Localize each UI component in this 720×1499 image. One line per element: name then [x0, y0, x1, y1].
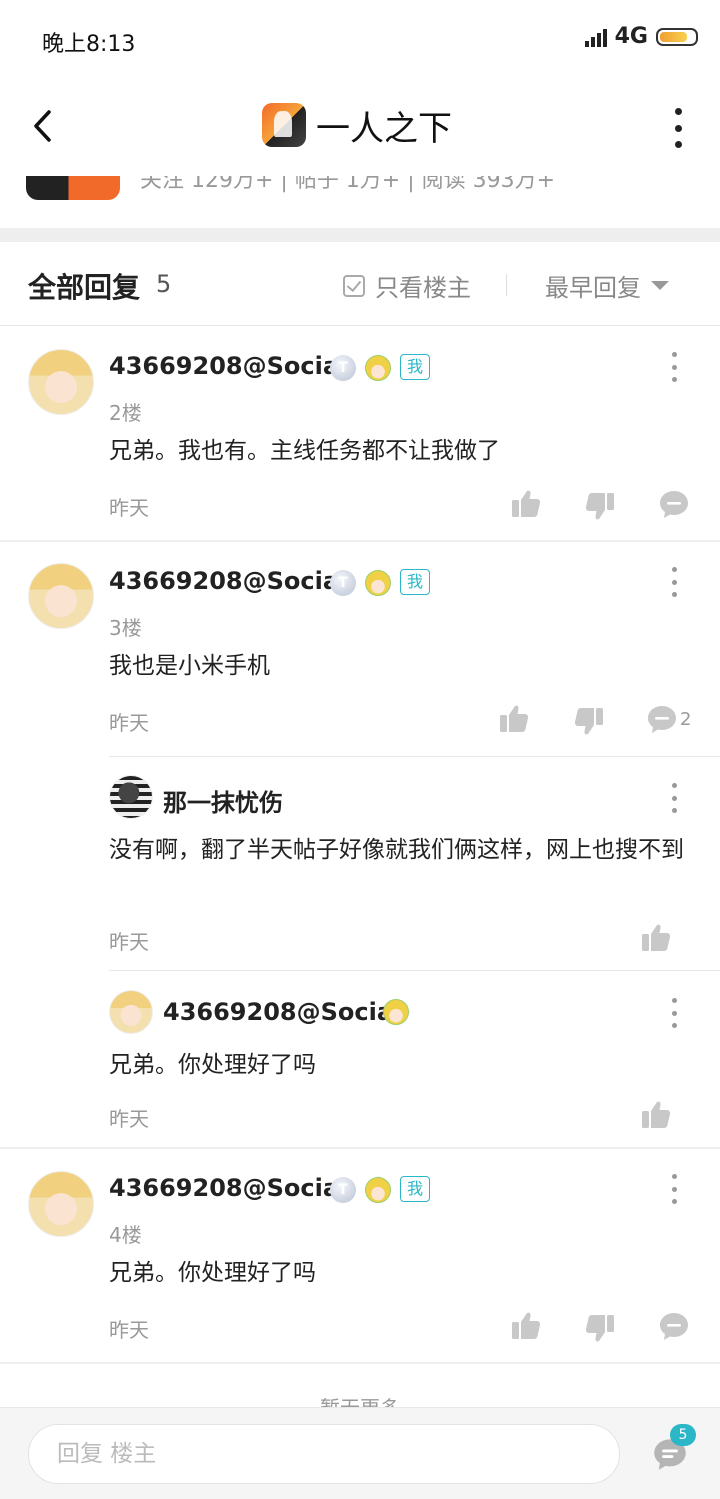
reply-time: 昨天 — [109, 711, 149, 735]
sub-reply-username[interactable]: 那一抹忧伤 — [163, 783, 283, 818]
checkbox-icon — [343, 274, 365, 297]
avatar[interactable] — [109, 990, 153, 1034]
thumbs-down-icon[interactable] — [584, 490, 616, 522]
bottom-reply-bar: 回复 楼主 5 — [0, 1407, 720, 1499]
reply-username[interactable]: 43669208@Social — [109, 352, 347, 380]
comment-count: 2 — [680, 709, 692, 730]
reply-separator — [0, 540, 720, 542]
comment-icon[interactable] — [646, 703, 678, 735]
message-count-badge: 5 — [670, 1424, 696, 1446]
thumbs-up-icon[interactable] — [510, 1310, 542, 1342]
caret-down-icon — [651, 281, 669, 290]
sub-reply-divider — [109, 756, 720, 757]
forum-logo — [26, 176, 120, 200]
thumbs-up-icon[interactable] — [640, 922, 672, 954]
sort-order-dropdown[interactable]: 最早回复 — [545, 268, 669, 303]
character-badge-icon — [365, 355, 391, 381]
replies-count: 5 — [156, 270, 172, 298]
more-vertical-button[interactable] — [670, 108, 686, 148]
status-time: 晚上8:13 — [42, 32, 136, 57]
thumbs-down-icon[interactable] — [573, 705, 605, 737]
section-separator — [0, 228, 720, 242]
no-more-label: 暂无更多 — [320, 1396, 400, 1408]
avatar[interactable] — [28, 1171, 94, 1237]
level-badge-icon: T — [330, 570, 356, 596]
sub-reply-time: 昨天 — [109, 1107, 149, 1131]
thumbs-down-icon[interactable] — [584, 1312, 616, 1344]
avatar[interactable] — [28, 563, 94, 629]
thumbs-up-icon[interactable] — [640, 1099, 672, 1131]
reply-separator — [0, 1147, 720, 1149]
character-badge-icon — [365, 570, 391, 596]
character-badge-icon — [383, 999, 409, 1025]
network-type: 4G — [614, 24, 648, 49]
floor-number: 3楼 — [109, 616, 142, 640]
reply-input[interactable]: 回复 楼主 — [28, 1424, 620, 1484]
reply-username[interactable]: 43669208@Social — [109, 1174, 347, 1202]
forum-stats: 关注 129万+ | 帖子 1万+ | 阅读 393万+ — [140, 176, 556, 193]
sub-reply-content: 没有啊，翻了半天帖子好像就我们俩这样，网上也搜不到 — [109, 837, 684, 863]
page-title-group[interactable]: 一人之下 — [262, 100, 452, 150]
sub-reply-time: 昨天 — [109, 930, 149, 954]
sub-reply-more-button[interactable] — [669, 998, 679, 1028]
signal-icon — [584, 27, 607, 47]
floor-number: 2楼 — [109, 401, 142, 425]
level-badge-icon: T — [330, 355, 356, 381]
reply-username[interactable]: 43669208@Social — [109, 567, 347, 595]
nav-header: 一人之下 — [0, 80, 720, 176]
replies-sort-bar: 全部回复 5 只看楼主 最早回复 — [0, 242, 720, 326]
status-icons: 4G — [584, 24, 698, 49]
reply-content: 兄弟。我也有。主线任务都不让我做了 — [109, 438, 500, 464]
reply-content: 兄弟。你处理好了吗 — [109, 1260, 316, 1286]
avatar[interactable] — [109, 775, 153, 819]
replies-title: 全部回复 — [28, 271, 141, 304]
reply-time: 昨天 — [109, 496, 149, 520]
sub-reply-divider — [109, 970, 720, 971]
page-title: 一人之下 — [316, 108, 452, 149]
me-badge: 我 — [400, 1176, 431, 1202]
more-vertical-icon — [674, 108, 682, 115]
yiren-zhixia-app-icon — [262, 103, 306, 147]
reply-separator — [0, 1362, 720, 1364]
avatar[interactable] — [28, 349, 94, 415]
only-host-toggle[interactable]: 只看楼主 — [343, 268, 471, 303]
reply-time: 昨天 — [109, 1318, 149, 1342]
sub-reply-username[interactable]: 43669208@Social — [163, 998, 401, 1026]
reply-more-button[interactable] — [669, 352, 679, 382]
floor-number: 4楼 — [109, 1223, 142, 1247]
reply-content: 我也是小米手机 — [109, 653, 270, 679]
only-host-label: 只看楼主 — [375, 274, 471, 302]
thumbs-up-icon[interactable] — [510, 488, 542, 520]
status-bar: 晚上8:13 4G — [0, 0, 720, 80]
comment-icon[interactable] — [658, 1310, 690, 1342]
comment-icon[interactable] — [658, 488, 690, 520]
reply-more-button[interactable] — [669, 567, 679, 597]
sort-order-label: 最早回复 — [545, 274, 641, 302]
me-badge: 我 — [400, 569, 431, 595]
sub-reply-more-button[interactable] — [669, 783, 679, 813]
reply-more-button[interactable] — [669, 1174, 679, 1204]
post-info-partial: 关注 129万+ | 帖子 1万+ | 阅读 393万+ — [0, 176, 720, 228]
sub-reply-content: 兄弟。你处理好了吗 — [109, 1052, 316, 1078]
divider — [506, 274, 507, 296]
level-badge-icon: T — [330, 1177, 356, 1203]
thumbs-up-icon[interactable] — [498, 703, 530, 735]
me-badge: 我 — [400, 354, 431, 380]
chevron-left-icon — [34, 110, 51, 142]
battery-icon — [656, 27, 698, 46]
character-badge-icon — [365, 1177, 391, 1203]
back-button[interactable] — [24, 104, 60, 148]
